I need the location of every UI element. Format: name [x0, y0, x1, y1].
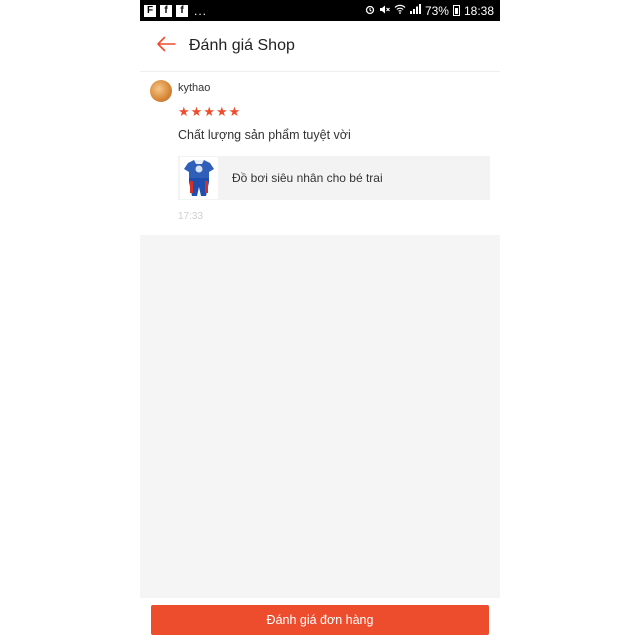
mute-icon	[379, 4, 390, 18]
review-comment: Chất lượng sản phẩm tuyệt vời	[178, 128, 351, 142]
page-title: Đánh giá Shop	[189, 37, 295, 54]
product-name: Đồ bơi siêu nhân cho bé trai	[232, 171, 383, 185]
star-icon: ★	[178, 104, 190, 119]
star-icon: ★	[215, 104, 228, 119]
star-icon: ★	[228, 104, 241, 119]
review-timestamp: 17:33	[178, 211, 204, 222]
battery-percent: 73%	[424, 3, 449, 18]
reviewed-product[interactable]: Đồ bơi siêu nhân cho bé trai	[178, 156, 490, 200]
rate-order-button[interactable]: Đánh giá đơn hàng	[151, 605, 489, 635]
battery-icon	[452, 5, 460, 16]
signal-icon	[409, 4, 421, 17]
facebook-icon: f	[176, 4, 188, 17]
star-icon: ★	[190, 104, 203, 119]
phone-screen: F f f ... 73% 18:38 Đánh giá Shop kythao…	[140, 0, 500, 640]
app-header: Đánh giá Shop	[140, 21, 500, 72]
review-card: kythao ★ ★ ★ ★ ★ Chất lượng sản phẩm tuy…	[140, 72, 500, 235]
wifi-icon	[394, 4, 406, 17]
flipboard-icon: F	[144, 4, 156, 17]
notification-icons: F f f ...	[140, 4, 207, 18]
status-bar: F f f ... 73% 18:38	[140, 0, 500, 21]
reviewer-username: kythao	[178, 82, 211, 94]
avatar[interactable]	[150, 80, 172, 102]
star-icon: ★	[203, 104, 215, 119]
facebook-icon: f	[160, 4, 172, 17]
product-thumbnail	[180, 157, 218, 199]
rating-stars: ★ ★ ★ ★ ★	[178, 105, 240, 119]
more-notifications: ...	[194, 3, 208, 18]
system-icons: 73% 18:38	[365, 4, 500, 18]
back-button[interactable]	[146, 26, 186, 66]
alarm-icon	[365, 4, 375, 18]
arrow-left-icon	[156, 36, 176, 57]
clock: 18:38	[463, 3, 494, 18]
bottom-action-bar: Đánh giá đơn hàng	[140, 598, 500, 640]
